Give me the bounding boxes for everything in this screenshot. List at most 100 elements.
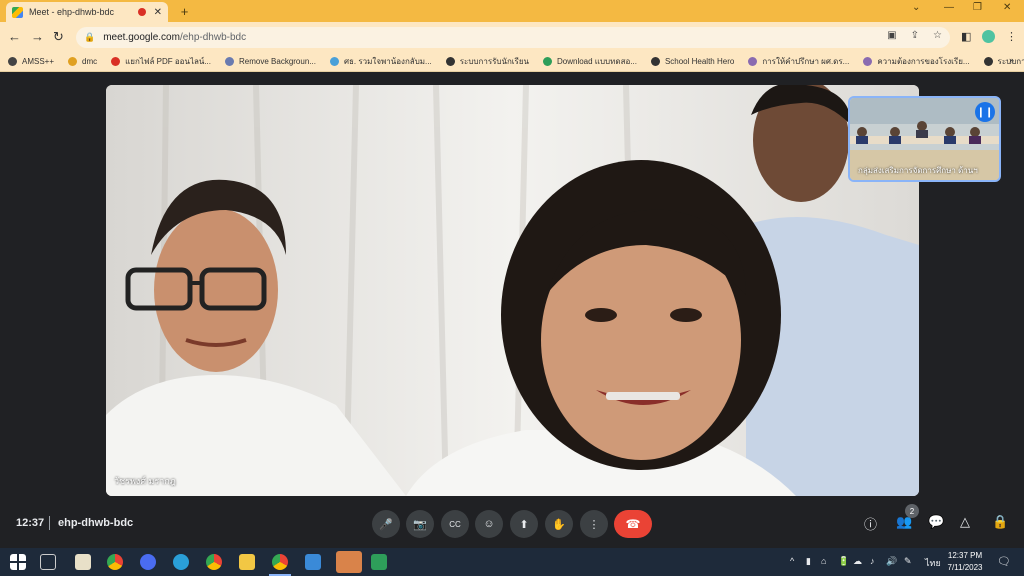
taskbar-time: 12:37 PM — [947, 551, 983, 560]
meet-control-bar: 12:37 ehp-dhwb-bdc 🎤 📷 CC ☺ ⬆ ✋ ⋮ ☎ ⓘ 👥 … — [0, 504, 1024, 548]
app-tray-icon[interactable]: ⌂ — [821, 556, 826, 566]
bookmark-favicon-icon — [543, 57, 552, 66]
main-video-tile[interactable]: วัชรพงศ์ มรากฎ — [106, 85, 919, 496]
close-window-button[interactable]: ✕ — [1003, 2, 1011, 13]
chat-button[interactable]: 💬 — [928, 514, 944, 530]
browser-titlebar: Meet - ehp-dhwb-bdc ✕ + ⌄ — ❐ ✕ — [0, 0, 1024, 22]
bookmark-item[interactable]: dmc — [68, 57, 97, 66]
usb-icon[interactable]: ▮ — [806, 556, 811, 567]
input-language[interactable]: ไทย — [925, 556, 941, 570]
present-button[interactable]: ⬆ — [510, 510, 538, 538]
meet-stage: วัชรพงศ์ มรากฎ ❙❙ กลุ่มส่งเสริมการจัดการ… — [0, 72, 1024, 548]
bookmark-item[interactable]: แยกไฟล์ PDF ออนไลน์... — [111, 55, 211, 68]
forward-button[interactable]: → — [31, 29, 44, 44]
taskbar-clock[interactable]: 12:37 PM 7/11/2023 — [945, 550, 985, 574]
task-view-icon[interactable] — [40, 554, 56, 570]
chrome-profile-app-icon[interactable] — [206, 554, 222, 570]
new-tab-button[interactable]: + — [176, 3, 193, 20]
bookmark-item[interactable]: ศธ. รวมใจพาน้องกลับม... — [329, 55, 432, 68]
bookmarks-more-icon[interactable]: » — [1009, 55, 1014, 65]
captions-button[interactable]: CC — [441, 510, 469, 538]
raise-hand-button[interactable]: ✋ — [545, 510, 573, 538]
photos-app-icon[interactable] — [305, 554, 321, 570]
bookmark-label: dmc — [82, 57, 98, 66]
battery-icon[interactable]: 🔋 — [838, 556, 849, 567]
bookmark-item[interactable]: AMSS++ — [8, 57, 54, 66]
bookmark-item[interactable]: ระบบการรับนักเรียน — [445, 55, 529, 68]
present-screen-icon: ⬆ — [519, 518, 529, 531]
bookmark-favicon-icon — [225, 57, 235, 66]
address-bar[interactable]: 🔒 meet.google.com/ehp-dhwb-bdc ▣ ⇪ ☆ — [76, 27, 950, 48]
bookmark-label: Remove Backgroun... — [239, 57, 316, 66]
maximize-button[interactable]: ❐ — [973, 2, 982, 13]
excel-app-icon[interactable] — [371, 554, 387, 570]
pen-icon[interactable]: ✎ — [904, 556, 912, 567]
bookmark-item[interactable]: Download แบบทดสอ... — [543, 55, 637, 68]
share-icon[interactable]: ⇪ — [911, 30, 919, 41]
bookmark-item[interactable]: ระบบการลงทะเบียนสำนั... — [983, 55, 1024, 68]
reactions-button[interactable]: ☺ — [475, 510, 503, 538]
microphone-icon: 🎤 — [379, 518, 393, 531]
chrome-app-icon[interactable] — [107, 554, 123, 570]
bookmark-favicon-icon — [748, 57, 758, 66]
bookmark-label: แยกไฟล์ PDF ออนไลน์... — [125, 57, 212, 66]
meeting-details-button[interactable]: ⓘ — [864, 514, 877, 533]
tab-title: Meet - ehp-dhwb-bdc — [29, 7, 115, 17]
more-options-button[interactable]: ⋮ — [580, 510, 608, 538]
bookmark-item[interactable]: การให้คำปรึกษา ผศ.ดร... — [748, 55, 849, 68]
bookmark-favicon-icon — [983, 57, 993, 66]
network-icon[interactable]: ♪ — [870, 556, 875, 566]
more-vert-icon: ⋮ — [588, 518, 600, 531]
bookmark-favicon-icon — [68, 57, 78, 66]
divider — [49, 516, 50, 530]
bookmark-item[interactable]: School Health Hero — [650, 57, 735, 66]
tab-search-icon[interactable]: ⌄ — [912, 2, 920, 13]
pip-video-tile[interactable]: ❙❙ กลุ่มส่งเสริมการจัดการศึกษา ด้านฯ — [848, 96, 1001, 182]
speaker-name-label: วัชรพงศ์ มรากฎ — [114, 476, 176, 486]
recording-indicator-icon — [137, 8, 146, 16]
activities-button[interactable]: △ — [960, 514, 970, 530]
powerpoint-app-icon[interactable] — [336, 551, 362, 573]
file-explorer-icon[interactable] — [239, 554, 255, 570]
volume-icon[interactable]: 🔊 — [886, 556, 897, 567]
minimize-button[interactable]: — — [944, 2, 954, 13]
cloud-icon[interactable]: ☁ — [853, 556, 862, 567]
zoom-app-icon[interactable] — [140, 554, 156, 570]
url-host: meet.google.com — [103, 32, 180, 43]
store-app-icon[interactable] — [75, 554, 91, 570]
camera-icon: 📷 — [413, 518, 427, 531]
host-controls-lock-icon[interactable]: 🔒 — [992, 514, 1008, 530]
bookmark-star-icon[interactable]: ☆ — [933, 30, 942, 41]
reload-button[interactable]: ↻ — [53, 29, 64, 45]
browser-menu-icon[interactable]: ⋮ — [1006, 30, 1017, 43]
side-panel-icon[interactable]: ◧ — [961, 30, 971, 43]
windows-taskbar: ^ ▮ ⌂ 🔋 ☁ ♪ 🔊 ✎ ไทย 12:37 PM 7/11/2023 🗨 — [0, 548, 1024, 576]
bookmark-item[interactable]: ความต้องการของโรงเรีย... — [863, 55, 970, 68]
bookmark-favicon-icon — [445, 57, 455, 66]
bookmark-favicon-icon — [8, 57, 17, 66]
tab-close-icon[interactable]: ✕ — [154, 7, 162, 18]
bookmark-label: การให้คำปรึกษา ผศ.ดร... — [762, 57, 850, 66]
microphone-button[interactable]: 🎤 — [372, 510, 400, 538]
back-button[interactable]: ← — [8, 29, 21, 44]
bookmark-label: School Health Hero — [664, 57, 735, 66]
edge-app-icon[interactable] — [173, 554, 189, 570]
profile-avatar[interactable] — [982, 30, 995, 43]
bookmark-favicon-icon — [329, 57, 339, 66]
camera-button[interactable]: 📷 — [406, 510, 434, 538]
camera-in-use-icon[interactable]: ▣ — [887, 30, 896, 41]
bookmark-favicon-icon — [111, 57, 121, 66]
bookmark-label: ระบบการรับนักเรียน — [459, 57, 529, 66]
bookmark-item[interactable]: Remove Backgroun... — [225, 57, 316, 66]
meeting-clock: 12:37 — [16, 517, 45, 529]
notifications-icon[interactable]: 🗨 — [997, 555, 1011, 568]
tab-meet[interactable]: Meet - ehp-dhwb-bdc ✕ — [6, 2, 168, 22]
video-feed-image — [106, 85, 919, 496]
tray-overflow-icon[interactable]: ^ — [790, 556, 794, 566]
start-button-icon[interactable] — [10, 554, 26, 570]
bookmark-label: ศธ. รวมใจพาน้องกลับม... — [343, 57, 432, 66]
captions-icon: CC — [449, 519, 461, 529]
bookmark-label: AMSS++ — [22, 57, 55, 66]
leave-call-button[interactable]: ☎ — [614, 510, 652, 538]
chrome-active-app-icon[interactable] — [272, 554, 288, 570]
